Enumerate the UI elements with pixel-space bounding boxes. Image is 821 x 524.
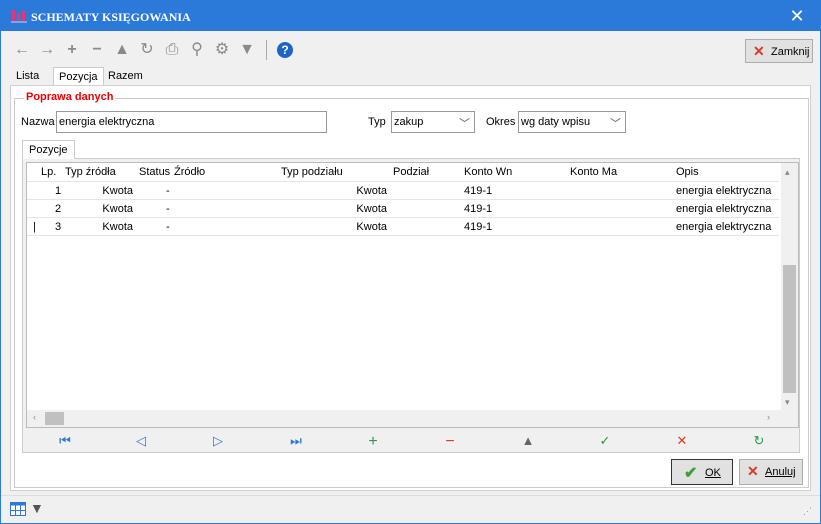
forward-arrow-icon[interactable]: → [38,41,56,59]
app-icon [11,10,27,23]
check-icon: ✔ [684,465,698,482]
close-x-icon: ✕ [753,43,765,59]
scroll-right-icon[interactable]: › [767,412,770,422]
cell-split-type: Kwota [356,185,387,197]
type-select-value: zakup [394,116,424,128]
print-icon[interactable]: ⎙ [163,41,181,59]
horizontal-scrollbar[interactable]: ‹ › [27,410,798,427]
delete-icon[interactable]: − [441,433,459,450]
period-label: Okres [486,116,516,128]
cell-source-type: Kwota [102,221,133,233]
cell-account-wn: 419-1 [464,203,493,215]
post-icon[interactable]: ✓ [596,433,614,449]
column-header[interactable]: Typ podziału [279,163,343,181]
column-header[interactable]: Typ źródła [63,163,116,181]
tab-pozycje[interactable]: Pozycje [22,140,75,159]
section-title: Poprawa danych [24,91,116,103]
row-divider [27,181,779,182]
settings-icon[interactable]: ⚙ [213,41,231,59]
column-header[interactable]: Status [137,163,170,181]
ok-button-label: OK [705,467,721,479]
scroll-thumb[interactable] [45,412,64,425]
period-select[interactable]: wg daty wpisu ﹀ [518,111,626,133]
cancel-icon[interactable]: ✕ [673,433,691,449]
prior-icon[interactable]: ◁ [132,433,150,449]
dialog-window: SCHEMATY KSIĘGOWANIA ✕ ← → + − ▲ ↻ ⎙ ⚲ ⚙… [0,0,821,524]
cell-lp: 2 [55,203,62,215]
vertical-scrollbar[interactable]: ▴ ▾ [781,163,798,413]
cell-status: - [166,203,170,215]
filter-icon[interactable]: ▼ [238,41,256,59]
column-header[interactable]: Konto Wn [462,163,512,181]
help-icon[interactable]: ? [277,42,293,58]
scroll-down-icon[interactable]: ▾ [785,397,790,408]
close-button[interactable]: ✕ Zamknij [745,39,813,63]
edit-icon[interactable]: ▲ [113,41,131,59]
column-header[interactable]: Opis [674,163,699,181]
chevron-down-icon: ﹀ [610,118,621,130]
cell-account-wn: 419-1 [464,221,493,233]
row-divider [27,235,779,236]
cancel-button-label: Anuluj [765,466,796,478]
name-label: Nazwa [21,116,55,128]
refresh-icon[interactable]: ↻ [138,41,156,59]
refresh-icon[interactable]: ↻ [750,433,768,449]
cell-source-type: Kwota [102,203,133,215]
grid-navigator: ⏮ ◁ ▷ ⏭ + − ▲ ✓ ✕ ↻ [23,430,799,452]
type-select[interactable]: zakup ﹀ [391,111,475,133]
next-icon[interactable]: ▷ [209,433,227,449]
last-icon[interactable]: ⏭ [287,433,305,449]
add-icon[interactable]: + [63,41,81,59]
edit-icon[interactable]: ▲ [519,433,537,449]
name-input[interactable]: energia elektryczna [56,111,327,133]
toolbar: ← → + − ▲ ↻ ⎙ ⚲ ⚙ ▼ ? ✕ Zamknij [1,31,820,67]
row-indicator: | [33,221,36,233]
ok-button[interactable]: ✔ OK [671,459,733,485]
cell-status: - [166,185,170,197]
column-header[interactable]: Podział [391,163,429,181]
chevron-down-icon: ﹀ [459,118,470,130]
filter-icon[interactable]: ▼ [30,500,44,516]
positions-grid: Lp. Typ źródła Status Źródło Typ podział… [26,162,799,428]
row-divider [27,199,779,200]
row-divider [27,217,779,218]
period-select-value: wg daty wpisu [521,116,591,128]
tab-pozycja[interactable]: Pozycja [53,67,104,86]
remove-icon[interactable]: − [88,41,106,59]
column-header[interactable]: Źródło [172,163,205,181]
grid-container: Lp. Typ źródła Status Źródło Typ podział… [22,158,800,453]
type-label: Typ [368,116,386,128]
cell-account-wn: 419-1 [464,185,493,197]
scroll-thumb[interactable] [783,265,796,393]
scroll-up-icon[interactable]: ▴ [785,167,790,178]
title-bar: SCHEMATY KSIĘGOWANIA ✕ [1,1,820,31]
toolbar-separator [266,40,267,60]
cell-lp: 1 [55,185,62,197]
cell-lp: 3 [55,221,62,233]
cell-description: energia elektryczna [676,221,772,233]
column-header[interactable]: Konto Ma [568,163,617,181]
cancel-x-icon: ✕ [747,463,759,479]
grid-icon[interactable] [10,502,26,516]
tab-razem[interactable]: Razem [103,67,148,86]
window-title: SCHEMATY KSIĘGOWANIA [31,10,191,24]
cell-description: energia elektryczna [676,203,772,215]
search-icon[interactable]: ⚲ [188,41,206,59]
tab-lista[interactable]: Lista [11,67,44,86]
cell-split-type: Kwota [356,203,387,215]
close-icon[interactable]: ✕ [782,5,812,27]
close-button-label: Zamknij [771,46,810,58]
first-icon[interactable]: ⏮ [56,433,74,449]
cancel-button[interactable]: ✕ Anuluj [739,459,803,485]
insert-icon[interactable]: + [364,433,382,450]
cell-source-type: Kwota [102,185,133,197]
scroll-left-icon[interactable]: ‹ [33,412,36,422]
column-header[interactable]: Lp. [39,163,56,181]
cell-description: energia elektryczna [676,185,772,197]
resize-grip-icon[interactable]: ⋰ [803,506,812,517]
status-bar: ▼ ⋰ [1,495,820,523]
cell-status: - [166,221,170,233]
back-arrow-icon[interactable]: ← [13,41,31,59]
cell-split-type: Kwota [356,221,387,233]
